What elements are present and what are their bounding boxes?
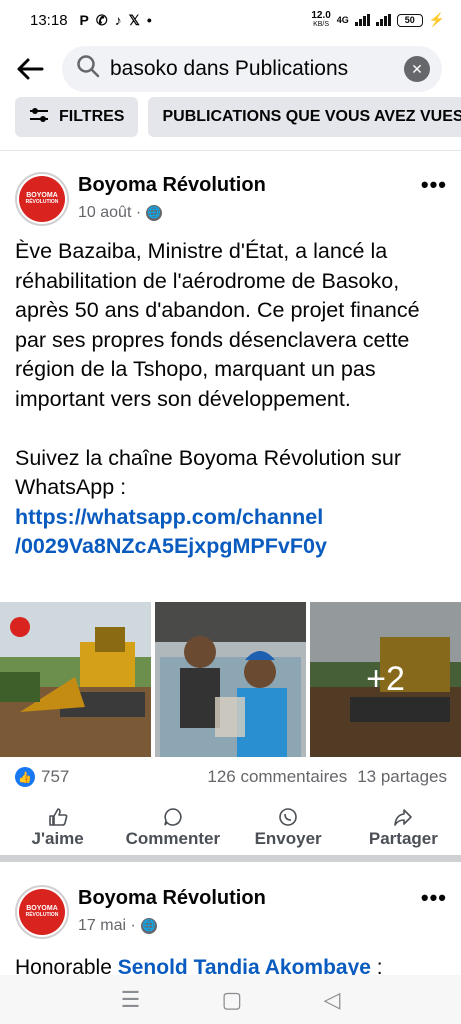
- status-bar: 13:18 P ✆ ♪ 𝕏 • 12.0 KB/S 4G 50 ⚡: [0, 0, 461, 40]
- seen-posts-chip-label: PUBLICATIONS QUE VOUS AVEZ VUES: [162, 108, 461, 125]
- thumbs-up-icon: [48, 807, 68, 829]
- photo-more[interactable]: +2: [310, 602, 461, 757]
- like-button[interactable]: J'aime: [0, 803, 115, 853]
- share-icon: [393, 807, 413, 829]
- whatsapp-icon: ✆: [95, 11, 108, 28]
- search-input[interactable]: [110, 57, 370, 81]
- avatar[interactable]: BOYOMA RÉVOLUTION: [15, 172, 69, 226]
- photo-bulldozer[interactable]: [0, 602, 151, 757]
- system-nav-bar: ☰ ▢ ◁: [0, 975, 461, 1024]
- network-speed: 12.0 KB/S: [311, 10, 331, 29]
- whatsapp-link[interactable]: https://whatsapp.com/channel /0029Va8NZc…: [15, 503, 447, 562]
- battery-icon: 50: [396, 13, 423, 27]
- post-separator: [0, 855, 461, 862]
- search-box[interactable]: ✕: [62, 46, 442, 92]
- signal-icon: [354, 14, 370, 26]
- globe-icon: 🌐: [146, 205, 163, 221]
- post-date: 17 mai · 🌐: [78, 917, 157, 934]
- search-icon: [76, 54, 100, 84]
- charging-icon: ⚡: [428, 12, 445, 27]
- avatar[interactable]: BOYOMA RÉVOLUTION: [15, 885, 69, 939]
- post-header: BOYOMA RÉVOLUTION Boyoma Révolution 10 a…: [0, 172, 461, 232]
- filter-chips: FILTRES PUBLICATIONS QUE VOUS AVEZ VUES: [15, 97, 461, 137]
- seen-posts-chip[interactable]: PUBLICATIONS QUE VOUS AVEZ VUES: [148, 97, 461, 137]
- menu-icon[interactable]: ☰: [121, 987, 141, 1013]
- shares-count[interactable]: 13 partages: [357, 767, 447, 787]
- share-button[interactable]: Partager: [346, 803, 461, 853]
- globe-icon: 🌐: [140, 918, 157, 934]
- post-body-preview: Honorable Senold Tandia Akombaye :: [15, 953, 447, 975]
- post-paragraph: Ève Bazaiba, Ministre d'État, a lancé la…: [15, 239, 420, 411]
- page-name[interactable]: Boyoma Révolution: [78, 887, 266, 910]
- likes-count[interactable]: 757: [41, 767, 69, 787]
- page-name[interactable]: Boyoma Révolution: [78, 174, 266, 197]
- p-notification-icon: P: [79, 12, 89, 28]
- filters-chip[interactable]: FILTRES: [15, 97, 139, 137]
- photo-grid: +2: [0, 602, 461, 757]
- divider: [0, 150, 461, 151]
- filters-chip-label: FILTRES: [59, 108, 125, 125]
- post-date: 10 août · 🌐: [78, 204, 163, 221]
- tiktok-icon: ♪: [114, 12, 122, 28]
- send-button[interactable]: Envoyer: [231, 803, 346, 853]
- whatsapp-icon: [278, 807, 298, 829]
- network-type: 4G: [336, 15, 349, 25]
- dot-icon: •: [146, 12, 152, 28]
- like-reaction-icon: 👍: [15, 767, 35, 787]
- system-icons: 12.0 KB/S 4G 50 ⚡: [311, 11, 445, 29]
- more-photos-count[interactable]: +2: [310, 602, 461, 757]
- more-options-icon[interactable]: •••: [421, 885, 447, 911]
- mention-link[interactable]: Senold Tandia Akombaye: [118, 956, 371, 975]
- post-paragraph: Suivez la chaîne Boyoma Révolution sur W…: [15, 445, 402, 500]
- page-logo: BOYOMA RÉVOLUTION: [19, 889, 65, 935]
- home-icon[interactable]: ▢: [221, 987, 242, 1013]
- page-logo: BOYOMA RÉVOLUTION: [19, 176, 65, 222]
- back-arrow-icon[interactable]: [0, 45, 60, 93]
- post-stats: 👍 757 126 commentaires 13 partages: [15, 763, 447, 791]
- post-actions: J'aime Commenter Envoyer Partager: [0, 803, 461, 853]
- signal-icon-2: [375, 14, 391, 26]
- back-icon[interactable]: ◁: [323, 987, 340, 1013]
- comment-button[interactable]: Commenter: [115, 803, 230, 853]
- search-row: ✕: [0, 45, 461, 93]
- x-icon: 𝕏: [128, 11, 140, 28]
- clear-search-icon[interactable]: ✕: [404, 56, 430, 82]
- clock: 13:18: [30, 11, 68, 29]
- notification-icons: P ✆ ♪ 𝕏 •: [80, 12, 152, 29]
- comments-count[interactable]: 126 commentaires: [207, 767, 347, 787]
- sliders-icon: [29, 107, 49, 128]
- post-header: BOYOMA RÉVOLUTION Boyoma Révolution 17 m…: [0, 885, 461, 945]
- post-body: Ève Bazaiba, Ministre d'État, a lancé la…: [15, 237, 447, 562]
- more-options-icon[interactable]: •••: [421, 172, 447, 198]
- photo-people[interactable]: [155, 602, 306, 757]
- comment-icon: [163, 807, 183, 829]
